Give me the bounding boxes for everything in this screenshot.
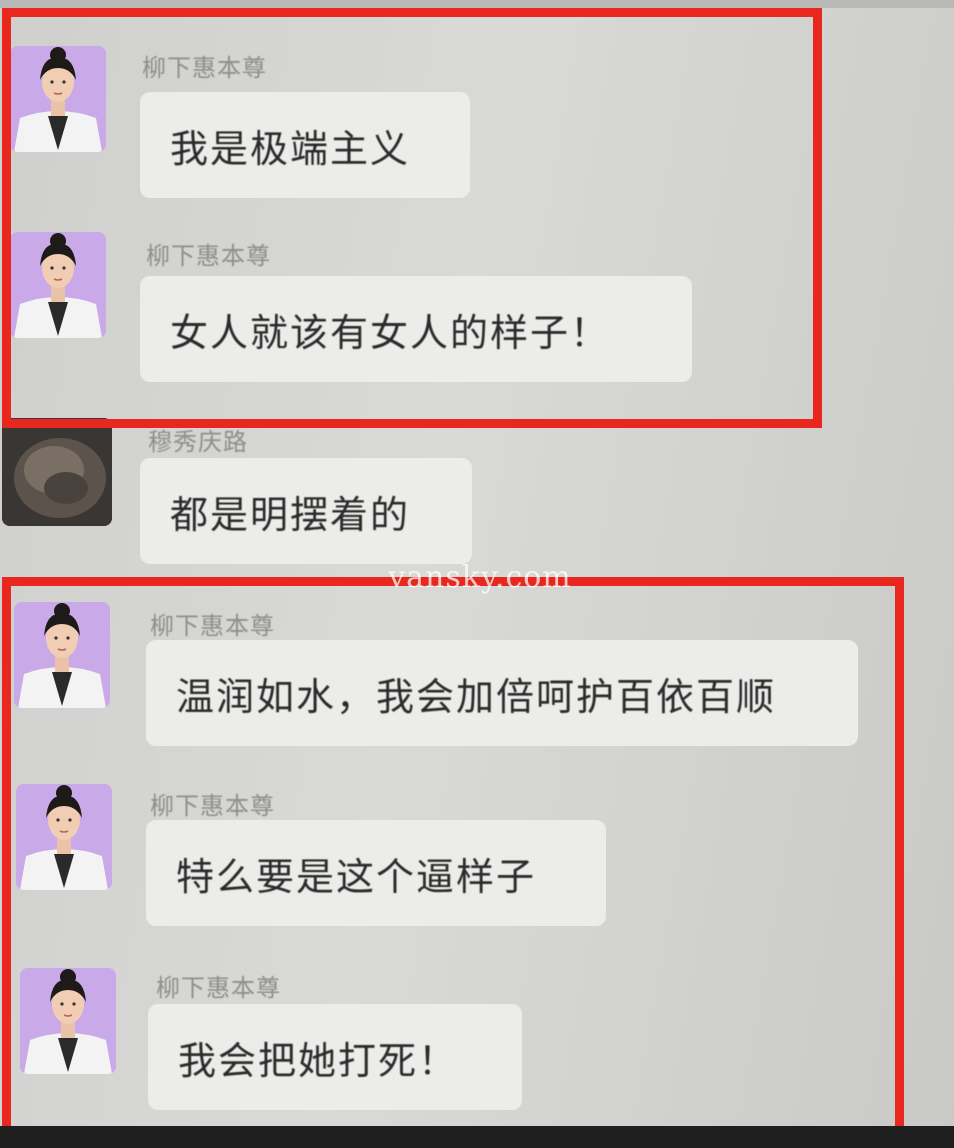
sender-avatar[interactable]	[14, 602, 110, 708]
sender-name: 柳下惠本尊	[150, 792, 275, 820]
message-text: 都是明摆着的	[170, 492, 411, 537]
sender-name: 柳下惠本尊	[146, 242, 271, 270]
message-bubble[interactable]: 我会把她打死！	[148, 1004, 522, 1110]
message-bubble[interactable]: 女人就该有女人的样子！	[140, 276, 692, 382]
message-bubble[interactable]: 特么要是这个逼样子	[146, 820, 606, 926]
sender-avatar[interactable]	[2, 418, 112, 526]
message-text: 我是极端主义	[170, 126, 411, 171]
message-bubble[interactable]: 我是极端主义	[140, 92, 470, 198]
bottom-edge	[0, 1126, 954, 1148]
message-bubble[interactable]: 温润如水，我会加倍呵护百依百顺	[146, 640, 858, 746]
sender-avatar[interactable]	[20, 968, 116, 1074]
message-text: 女人就该有女人的样子！	[170, 310, 611, 355]
sender-avatar[interactable]	[10, 232, 106, 338]
sender-name: 柳下惠本尊	[150, 612, 275, 640]
message-text: 我会把她打死！	[178, 1038, 459, 1083]
sender-avatar[interactable]	[16, 784, 112, 890]
message-bubble[interactable]: 都是明摆着的	[140, 458, 472, 564]
sender-name: 柳下惠本尊	[142, 54, 267, 82]
sender-name: 柳下惠本尊	[156, 974, 281, 1002]
watermark: vansky.com	[388, 560, 572, 595]
message-text: 特么要是这个逼样子	[176, 854, 537, 899]
sender-avatar[interactable]	[10, 46, 106, 152]
sender-name: 穆秀庆路	[148, 428, 248, 456]
message-text: 温润如水，我会加倍呵护百依百顺	[176, 674, 777, 719]
